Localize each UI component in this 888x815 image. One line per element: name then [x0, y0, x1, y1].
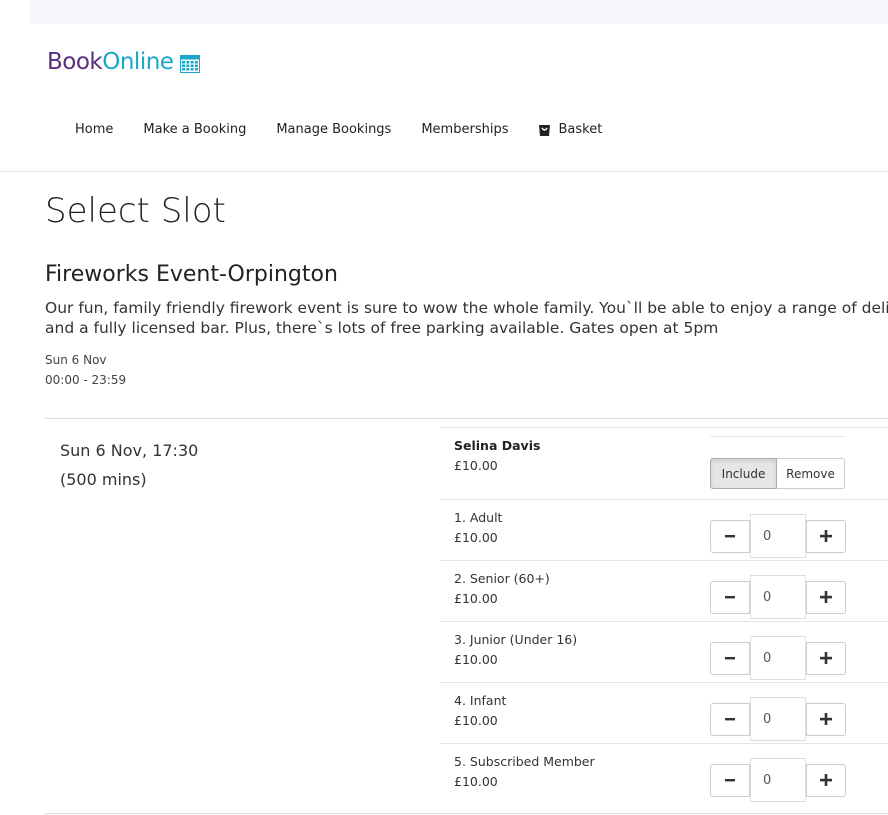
logo-book-text: Book	[47, 49, 103, 75]
member-price: £10.00	[454, 458, 498, 473]
slot-duration: (500 mins)	[60, 470, 147, 489]
decrement-button[interactable]	[710, 580, 750, 614]
quantity-stepper	[710, 514, 846, 558]
ticket-label: 2. Senior (60+)	[454, 571, 550, 586]
plus-icon	[820, 713, 832, 725]
nav-home[interactable]: Home	[60, 122, 128, 137]
ticket-label: 5. Subscribed Member	[454, 754, 595, 769]
increment-button[interactable]	[806, 763, 846, 797]
ticket-label: 1. Adult	[454, 510, 503, 525]
member-name: Selina Davis	[454, 438, 541, 453]
slot-divider	[45, 418, 888, 419]
quantity-input[interactable]	[750, 514, 806, 558]
ticket-price: £10.00	[454, 713, 498, 728]
minus-icon	[725, 596, 735, 599]
nav-basket[interactable]: Basket	[523, 122, 617, 137]
event-description-line-2: and a fully licensed bar. Plus, there`s …	[45, 319, 719, 337]
plus-icon	[820, 530, 832, 542]
bottom-divider	[45, 813, 888, 814]
ticket-price: £10.00	[454, 530, 498, 545]
top-bar	[30, 0, 888, 24]
plus-icon	[820, 652, 832, 664]
remove-button[interactable]: Remove	[777, 458, 845, 489]
decrement-button[interactable]	[710, 641, 750, 675]
ticket-list: Selina Davis £10.00 Include Remove 1. Ad…	[440, 427, 888, 814]
event-title: Fireworks Event-Orpington	[45, 262, 338, 287]
event-date-block: Sun 6 Nov 00:00 - 23:59	[45, 350, 126, 390]
member-row: Selina Davis £10.00 Include Remove	[440, 428, 888, 500]
slot-info: Sun 6 Nov, 17:30 (500 mins)	[60, 436, 198, 494]
plus-icon	[820, 774, 832, 786]
quantity-input[interactable]	[750, 697, 806, 741]
quantity-stepper	[710, 575, 846, 619]
ticket-row-subscribed-member: 5. Subscribed Member £10.00	[440, 744, 888, 814]
minus-icon	[725, 535, 735, 538]
minus-icon	[725, 657, 735, 660]
plus-icon	[820, 591, 832, 603]
basket-icon	[538, 123, 551, 137]
member-rule	[710, 436, 845, 437]
nav-manage-bookings[interactable]: Manage Bookings	[261, 122, 406, 137]
event-date: Sun 6 Nov	[45, 353, 107, 367]
ticket-price: £10.00	[454, 591, 498, 606]
increment-button[interactable]	[806, 702, 846, 736]
logo-online-text: Online	[102, 49, 174, 75]
member-toggle: Include Remove	[710, 458, 845, 489]
nav-memberships[interactable]: Memberships	[406, 122, 523, 137]
page-title: Select Slot	[45, 191, 226, 231]
ticket-price: £10.00	[454, 774, 498, 789]
ticket-price: £10.00	[454, 652, 498, 667]
ticket-row-senior: 2. Senior (60+) £10.00	[440, 561, 888, 622]
ticket-row-junior: 3. Junior (Under 16) £10.00	[440, 622, 888, 683]
quantity-stepper	[710, 697, 846, 741]
ticket-label: 3. Junior (Under 16)	[454, 632, 578, 647]
minus-icon	[725, 779, 735, 782]
quantity-input[interactable]	[750, 636, 806, 680]
ticket-row-adult: 1. Adult £10.00	[440, 500, 888, 561]
decrement-button[interactable]	[710, 763, 750, 797]
increment-button[interactable]	[806, 519, 846, 553]
increment-button[interactable]	[806, 641, 846, 675]
nav-basket-label: Basket	[558, 122, 603, 137]
quantity-stepper	[710, 758, 846, 802]
minus-icon	[725, 718, 735, 721]
slot-datetime: Sun 6 Nov, 17:30	[60, 441, 199, 460]
bookonline-logo[interactable]: Book Online	[47, 49, 201, 75]
event-description: Our fun, family friendly firework event …	[45, 298, 888, 338]
decrement-button[interactable]	[710, 702, 750, 736]
nav-make-booking[interactable]: Make a Booking	[128, 122, 261, 137]
header-divider	[0, 171, 888, 172]
increment-button[interactable]	[806, 580, 846, 614]
main-nav: Home Make a Booking Manage Bookings Memb…	[60, 122, 617, 137]
decrement-button[interactable]	[710, 519, 750, 553]
event-description-line-1: Our fun, family friendly firework event …	[45, 299, 888, 317]
include-button[interactable]: Include	[710, 458, 777, 489]
calendar-icon	[180, 53, 201, 73]
ticket-row-infant: 4. Infant £10.00	[440, 683, 888, 744]
quantity-input[interactable]	[750, 758, 806, 802]
event-time: 00:00 - 23:59	[45, 373, 127, 387]
ticket-label: 4. Infant	[454, 693, 507, 708]
quantity-stepper	[710, 636, 846, 680]
quantity-input[interactable]	[750, 575, 806, 619]
